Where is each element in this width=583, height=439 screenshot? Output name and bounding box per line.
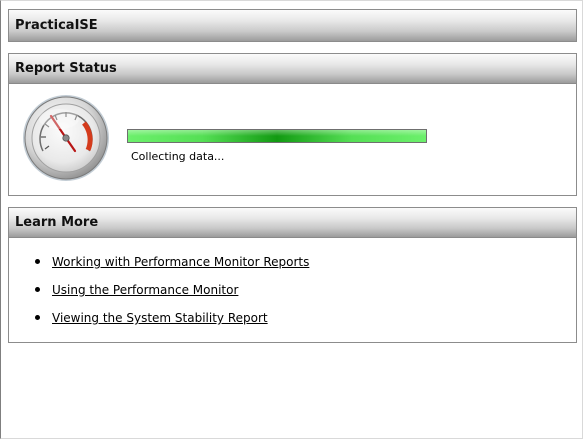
learn-more-panel: Learn More Working with Performance Moni… <box>8 207 577 343</box>
status-text: Collecting data... <box>131 150 225 163</box>
panel-title-learn-more: Learn More <box>9 208 576 238</box>
panel-title-report-status: Report Status <box>9 54 576 84</box>
link-system-stability-report[interactable]: Viewing the System Stability Report <box>52 311 268 325</box>
progress-bar <box>127 129 427 143</box>
learn-more-item: Using the Performance Monitor <box>35 282 309 310</box>
learn-more-item: Viewing the System Stability Report <box>35 310 309 338</box>
bullet-icon <box>35 287 40 292</box>
link-using-performance-monitor[interactable]: Using the Performance Monitor <box>52 283 238 297</box>
bullet-icon <box>35 315 40 320</box>
learn-more-links: Working with Performance Monitor Reports… <box>35 254 309 338</box>
report-status-panel: Report Status Collecting data... <box>8 53 577 196</box>
link-performance-monitor-reports[interactable]: Working with Performance Monitor Reports <box>52 255 309 269</box>
learn-more-item: Working with Performance Monitor Reports <box>35 254 309 282</box>
panel-title-practicaise: PracticaISE <box>9 10 576 41</box>
report-status-body: Collecting data... <box>9 84 576 196</box>
top-panel: PracticaISE <box>8 9 577 42</box>
bullet-icon <box>35 259 40 264</box>
progress-bar-fill <box>128 130 426 142</box>
report-window: PracticaISE Report Status Collecting dat… <box>0 0 583 439</box>
performance-gauge-icon <box>23 95 109 181</box>
